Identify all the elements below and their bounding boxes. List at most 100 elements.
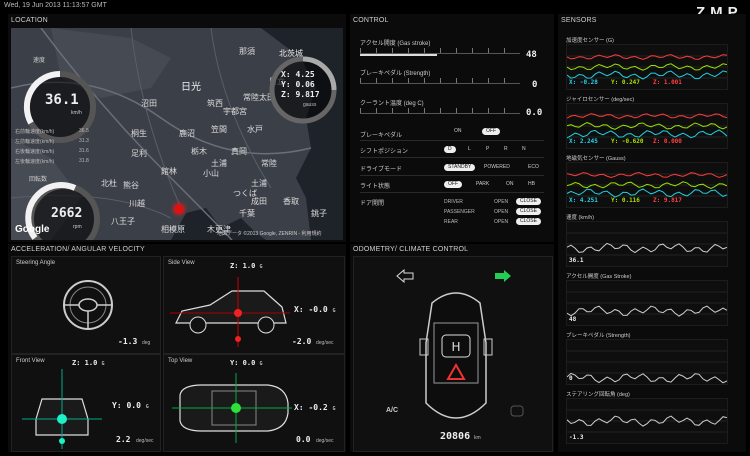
- door-close[interactable]: CLOSE: [516, 208, 541, 215]
- side-rate: -2.0: [292, 337, 312, 346]
- top-y: Y: 0.0 G: [230, 359, 263, 367]
- sensor-graph-label: 地磁気センサー (Gauss): [566, 156, 626, 162]
- lights-hb[interactable]: HB: [524, 181, 539, 188]
- location-title: LOCATION: [11, 17, 48, 24]
- map-label: 成田: [251, 197, 267, 206]
- side-z-value: 1.0: [242, 262, 256, 270]
- odometer-unit: km: [474, 435, 481, 441]
- drive-standby[interactable]: STANDBY: [444, 164, 476, 171]
- side-z: Z: 1.0 G: [230, 262, 263, 270]
- front-rate: 2.2: [116, 435, 131, 444]
- sensor-graph-label: ブレーキペダル (Strength): [566, 333, 631, 339]
- timestamp: Wed, 19 Jun 2013 11:13:57 GMT: [4, 2, 107, 9]
- brake-pedal-label: ブレーキペダル: [360, 133, 403, 139]
- top-view: Top View Y: 0.0 G X: -0.2 G 0.0 deg/sec: [163, 354, 345, 452]
- compass-y: Y: 0.06: [281, 80, 315, 89]
- defrost-icon[interactable]: [510, 405, 524, 417]
- shift-option-r[interactable]: R: [500, 146, 512, 153]
- steering-title: Steering Angle: [16, 260, 56, 266]
- compass-unit: gauss: [303, 102, 317, 108]
- slider-label: クーラント温度 (deg C): [360, 101, 424, 107]
- map-label: 八王子: [111, 217, 135, 226]
- door-open[interactable]: OPEN: [494, 219, 508, 225]
- sensor-graph-label: ジャイロセンサー (deg/sec): [566, 97, 635, 103]
- control-title: CONTROL: [353, 17, 389, 24]
- sensor-graph-label: 速度 (km/h): [566, 215, 595, 221]
- lights-on[interactable]: ON: [502, 181, 518, 188]
- ac-label[interactable]: A/C: [386, 407, 398, 414]
- acceleration-panel: ACCELERATION/ ANGULAR VELOCITY Steering …: [8, 244, 346, 452]
- coolant-slider[interactable]: [360, 108, 520, 114]
- sensor-axis-number: 1.001: [663, 79, 682, 86]
- map-label: 千葉: [239, 209, 255, 218]
- front-y: Y: 0.0 G: [112, 401, 149, 410]
- side-view-title: Side View: [168, 260, 195, 266]
- sensor-graph-label: アクセル開度 (Gas Stroke): [566, 274, 632, 280]
- shift-option-p[interactable]: P: [482, 146, 493, 153]
- control-panel: CONTROL アクセル開度 (Gas stroke) 48 ブレーキペダル (…: [350, 14, 554, 242]
- sensor-graph: X: 2.245 Y: -0.620 Z: 0.000: [566, 103, 728, 149]
- gas-value: 48: [526, 50, 537, 60]
- front-z-unit: G: [101, 361, 105, 367]
- compass-y-value: 0.06: [295, 80, 315, 89]
- map[interactable]: 北茨城 日光 那須 鹿沼 宇都宮 真岡 栃木 小山 足利 桐生 館林 熊谷 つく…: [11, 28, 343, 240]
- map-label: 真岡: [231, 147, 247, 156]
- top-x-unit: G: [332, 406, 336, 412]
- shift-option-l[interactable]: L: [464, 146, 475, 153]
- map-label: 桐生: [131, 129, 147, 138]
- sensor-x-value: X: -0.28: [569, 79, 598, 86]
- sensor-z-value: Z: 1.001: [653, 79, 682, 86]
- drive-powered[interactable]: POWERED: [480, 164, 514, 171]
- lights-park[interactable]: PARK: [472, 181, 493, 188]
- location-panel: LOCATION 北茨城 日光 那須 鹿沼 宇都宮 真岡 栃木 小山 足利 桐生…: [8, 14, 346, 242]
- lights-label: ライト状態: [360, 184, 391, 190]
- rpm-value: 2662: [51, 206, 83, 221]
- brake-on-toggle[interactable]: ON: [450, 128, 466, 135]
- door-open[interactable]: OPEN: [494, 199, 508, 205]
- divider: [360, 157, 544, 158]
- car-top-icon: [172, 373, 292, 443]
- map-label: 熊谷: [123, 181, 139, 190]
- sensor-axis-number: 0.116: [621, 197, 640, 204]
- top-y-unit: G: [259, 361, 263, 367]
- map-label: 川越: [129, 199, 145, 208]
- sensor-axis-number: -0.28: [579, 79, 598, 86]
- car-side-icon: [170, 277, 290, 347]
- map-label: 宇都宮: [223, 107, 247, 116]
- divider: [360, 192, 544, 193]
- gas-slider-fill: [360, 54, 437, 56]
- side-z-unit: G: [259, 264, 263, 270]
- map-label: 筑西: [207, 99, 223, 108]
- divider: [360, 140, 544, 141]
- odometry-title: ODOMETRY/ CLIMATE CONTROL: [353, 246, 469, 253]
- front-y-value: 0.0: [126, 401, 141, 410]
- lights-off[interactable]: OFF: [444, 181, 462, 188]
- side-x-unit: G: [332, 308, 336, 314]
- top-x: X: -0.2 G: [294, 403, 336, 412]
- door-open[interactable]: OPEN: [494, 209, 508, 215]
- shift-option-d[interactable]: D: [444, 146, 456, 153]
- sensor-graph: 48: [566, 280, 728, 326]
- top-x-value: -0.2: [308, 403, 328, 412]
- brake-slider[interactable]: [360, 78, 520, 84]
- doors-label: ドア開閉: [360, 201, 385, 207]
- map-label: 相模原: [161, 225, 185, 234]
- door-close[interactable]: CLOSE: [516, 198, 541, 205]
- door-close[interactable]: CLOSE: [516, 218, 541, 225]
- sensor-axis-number: 0.247: [621, 79, 640, 86]
- map-copyright[interactable]: 地図データ ©2013 Google, ZENRIN - 利用規約: [217, 230, 322, 237]
- map-label: 水戸: [247, 125, 263, 134]
- divider: [360, 175, 544, 176]
- top-rate-unit: deg/sec: [316, 438, 334, 444]
- speed-label: 速度: [33, 58, 46, 64]
- steering-wheel-icon: [63, 280, 113, 330]
- car-top-outline-icon: H: [419, 292, 493, 419]
- shift-option-n[interactable]: N: [518, 146, 530, 153]
- sensor-axis-number: 2.245: [579, 138, 598, 145]
- drive-eco[interactable]: ECO: [524, 164, 543, 171]
- sensor-z-value: Z: 0.000: [653, 138, 682, 145]
- front-rate-unit: deg/sec: [136, 438, 154, 444]
- wheel-speed-label: 右前輪速度(km/h): [15, 129, 55, 135]
- sensors-panel: SENSORS 加速度センサー (G) X: -0.28 Y: 0.247 Z: 1.…: [558, 14, 746, 452]
- brake-off-toggle[interactable]: OFF: [482, 128, 500, 135]
